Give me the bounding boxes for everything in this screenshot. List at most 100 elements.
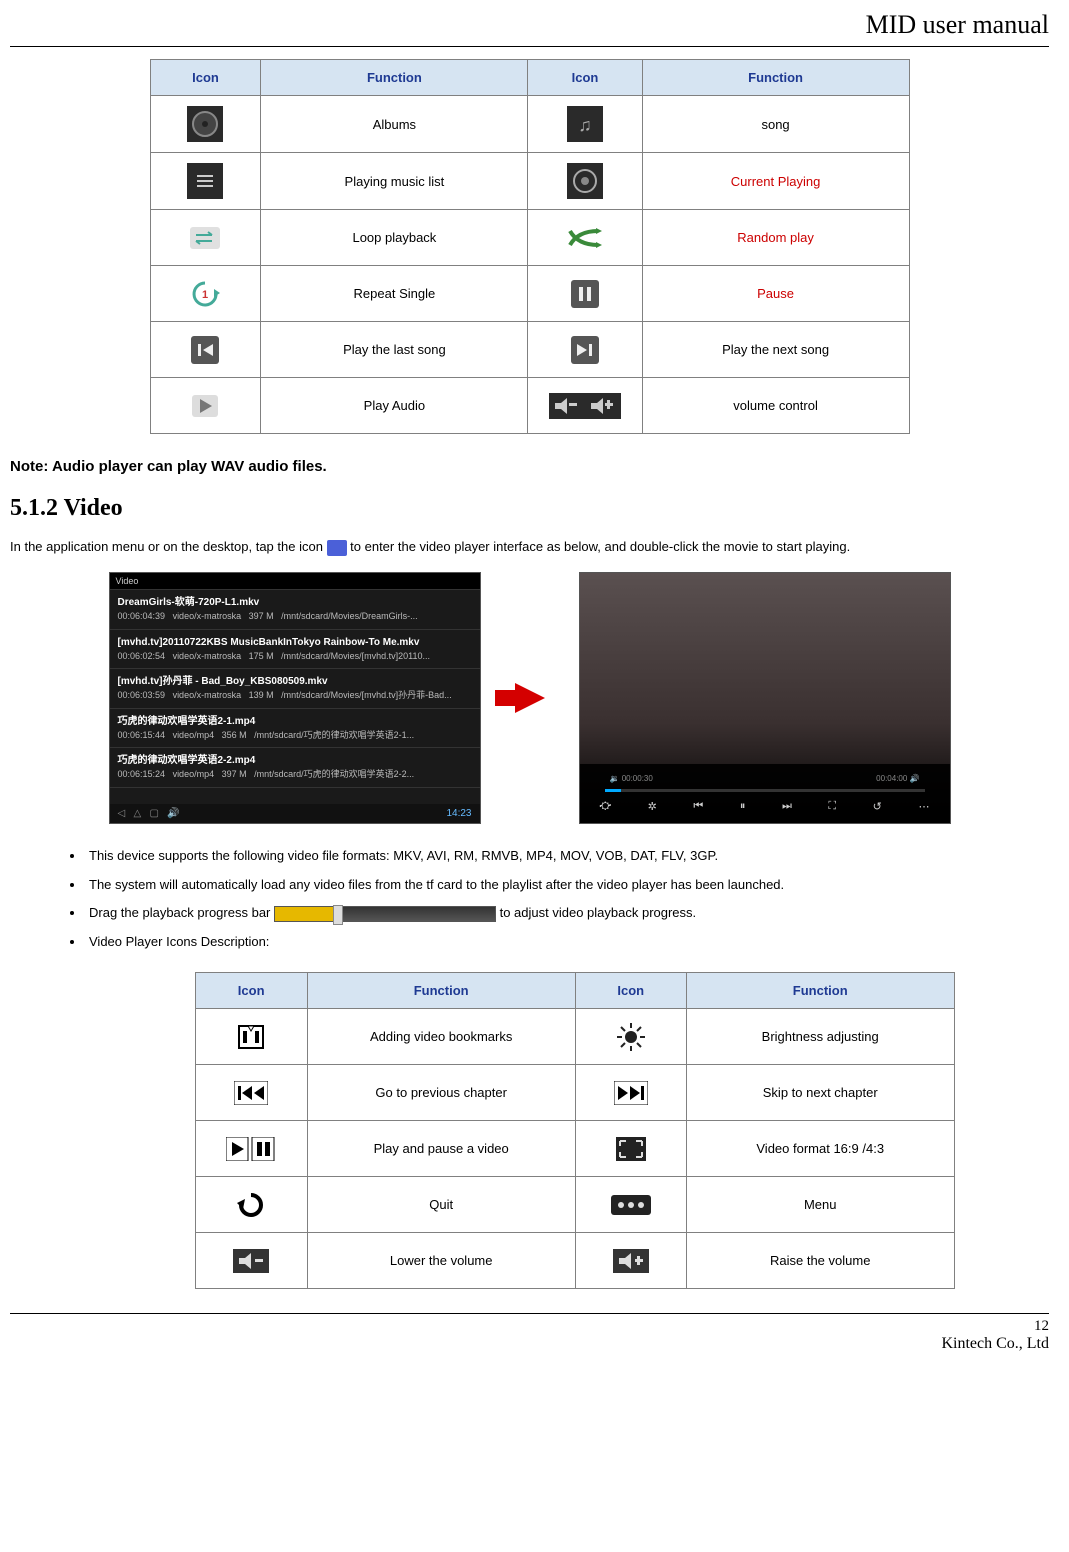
cell-function: Go to previous chapter (307, 1065, 575, 1121)
cell-function: Brightness adjusting (686, 1009, 954, 1065)
list-item: [mvhd.tv]孙丹菲 - Bad_Boy_KBS080509.mkv 00:… (110, 669, 480, 709)
audio-icons-table: Icon Function Icon Function Albums ♫ son… (150, 59, 910, 434)
cell-function: Repeat Single (261, 266, 528, 322)
video-item-codec: video/mp4 (173, 730, 215, 740)
video-item-dur: 00:06:15:24 (118, 769, 166, 779)
video-item-size: 139 M (249, 690, 274, 700)
video-item-name: 巧虎的律动欢唱学英语2-2.mp4 (118, 754, 472, 768)
cell-function: Video format 16:9 /4:3 (686, 1121, 954, 1177)
format-icon (584, 1131, 678, 1166)
video-item-size: 175 M (249, 651, 274, 661)
status-bar: ◁ △ ▢ 🔊 14:23 (110, 804, 480, 823)
video-item-path: /mnt/sdcard/Movies/[mvhd.tv]20110... (281, 651, 430, 661)
video-item-size: 356 M (222, 730, 247, 740)
video-list-screenshot: Video DreamGirls-软萌-720P-L1.mkv 00:06:04… (109, 572, 481, 824)
song-icon: ♫ (536, 106, 633, 142)
play-pause-icon (204, 1131, 299, 1166)
th-function: Function (307, 973, 575, 1009)
screenshot-row: Video DreamGirls-软萌-720P-L1.mkv 00:06:04… (10, 572, 1049, 824)
arrow-right-icon (505, 683, 555, 713)
th-icon: Icon (575, 973, 686, 1009)
th-function: Function (261, 60, 528, 96)
cell-function: song (642, 96, 909, 153)
section-heading-video: 5.1.2 Video (10, 495, 1049, 522)
cell-function: Quit (307, 1177, 575, 1233)
th-function: Function (642, 60, 909, 96)
pause-icon: ⏸ (740, 800, 746, 813)
random-icon (536, 220, 633, 255)
repeat-single-icon: 1 (159, 276, 253, 311)
video-item-name: 巧虎的律动欢唱学英语2-1.mp4 (118, 715, 472, 729)
list-item: Drag the playback progress bar to adjust… (85, 899, 1049, 928)
volume-control-icon (536, 388, 633, 423)
cell-function: Raise the volume (686, 1233, 954, 1289)
video-item-dur: 00:06:02:54 (118, 651, 166, 661)
bullet-pre: Drag the playback progress bar (89, 905, 274, 920)
video-item-size: 397 M (222, 769, 247, 779)
video-item-path: /mnt/sdcard/巧虎的律动欢唱学英语2-2... (254, 769, 414, 779)
video-player-screenshot: 🔉 00:00:30 00:04:00 🔊 ⛮ ✲ ⏮ ⏸ ⏭ ⛶ ↺ ⋯ (579, 572, 951, 824)
cell-function: Lower the volume (307, 1233, 575, 1289)
prev-chapter-icon: ⏮ (693, 800, 703, 813)
play-audio-icon (159, 388, 253, 423)
list-item: [mvhd.tv]20110722KBS MusicBankInTokyo Ra… (110, 630, 480, 670)
video-intro: In the application menu or on the deskto… (10, 534, 1049, 560)
volume-down-icon (204, 1243, 299, 1278)
brightness-icon: ✲ (648, 800, 657, 813)
list-item: This device supports the following video… (85, 842, 1049, 871)
format-icon: ⛶ (828, 800, 836, 813)
prev-chapter-icon (204, 1075, 299, 1110)
list-item: 巧虎的律动欢唱学英语2-2.mp4 00:06:15:24 video/mp4 … (110, 748, 480, 788)
video-item-dur: 00:06:04:39 (118, 611, 166, 621)
brightness-icon (584, 1019, 678, 1054)
video-list-header: Video (110, 573, 480, 590)
menu-icon (584, 1187, 678, 1222)
volume-up-icon (584, 1243, 678, 1278)
next-chapter-icon (584, 1075, 678, 1110)
albums-icon (159, 106, 253, 142)
cell-function: Current Playing (642, 153, 909, 210)
page-number: 12 (10, 1318, 1049, 1335)
cell-function: Pause (642, 266, 909, 322)
cell-function: Play and pause a video (307, 1121, 575, 1177)
cell-function: Menu (686, 1177, 954, 1233)
video-item-dur: 00:06:03:59 (118, 690, 166, 700)
cell-function: Skip to next chapter (686, 1065, 954, 1121)
intro-post: to enter the video player interface as b… (347, 539, 851, 554)
pause-icon (536, 276, 633, 311)
cell-function: Adding video bookmarks (307, 1009, 575, 1065)
bookmark-icon: ⛮ (600, 800, 612, 813)
list-item: DreamGirls-软萌-720P-L1.mkv 00:06:04:39 vi… (110, 590, 480, 630)
page-footer: 12 Kintech Co., Ltd (10, 1313, 1049, 1353)
page-title: MID user manual (10, 10, 1049, 47)
video-item-name: [mvhd.tv]孙丹菲 - Bad_Boy_KBS080509.mkv (118, 675, 472, 689)
cell-function: Albums (261, 96, 528, 153)
list-item: Video Player Icons Description: (85, 928, 1049, 957)
video-item-name: [mvhd.tv]20110722KBS MusicBankInTokyo Ra… (118, 636, 472, 650)
cell-function: Random play (642, 210, 909, 266)
th-function: Function (686, 973, 954, 1009)
cell-function: Loop playback (261, 210, 528, 266)
audio-note: Note: Audio player can play WAV audio fi… (10, 458, 1049, 475)
prev-song-icon (159, 332, 253, 367)
th-icon: Icon (150, 60, 261, 96)
loop-icon (159, 220, 253, 255)
video-item-path: /mnt/sdcard/巧虎的律动欢唱学英语2-1... (254, 730, 414, 740)
list-item: The system will automatically load any v… (85, 871, 1049, 900)
video-notes-list: This device supports the following video… (10, 842, 1049, 956)
menu-icon: ⋯ (918, 800, 929, 813)
video-item-codec: video/mp4 (173, 769, 215, 779)
quit-icon (204, 1187, 299, 1222)
nav-icons: ◁ △ ▢ 🔊 (118, 808, 180, 819)
player-time-current: 00:00:30 (622, 774, 653, 783)
list-item: 巧虎的律动欢唱学英语2-1.mp4 00:06:15:44 video/mp4 … (110, 709, 480, 749)
intro-pre: In the application menu or on the deskto… (10, 539, 327, 554)
video-item-path: /mnt/sdcard/Movies/[mvhd.tv]孙丹菲-Bad... (281, 690, 452, 700)
player-time-total: 00:04:00 (876, 774, 907, 783)
player-controls-overlay: 🔉 00:00:30 00:04:00 🔊 ⛮ ✲ ⏮ ⏸ ⏭ ⛶ ↺ ⋯ (580, 764, 950, 823)
footer-company: Kintech Co., Ltd (10, 1335, 1049, 1353)
video-icons-table: Icon Function Icon Function Adding video… (195, 972, 955, 1289)
player-speaker-left-icon: 🔉 00:00:30 (610, 774, 653, 783)
cell-function: Play the last song (261, 322, 528, 378)
progress-bar-icon (274, 906, 496, 922)
